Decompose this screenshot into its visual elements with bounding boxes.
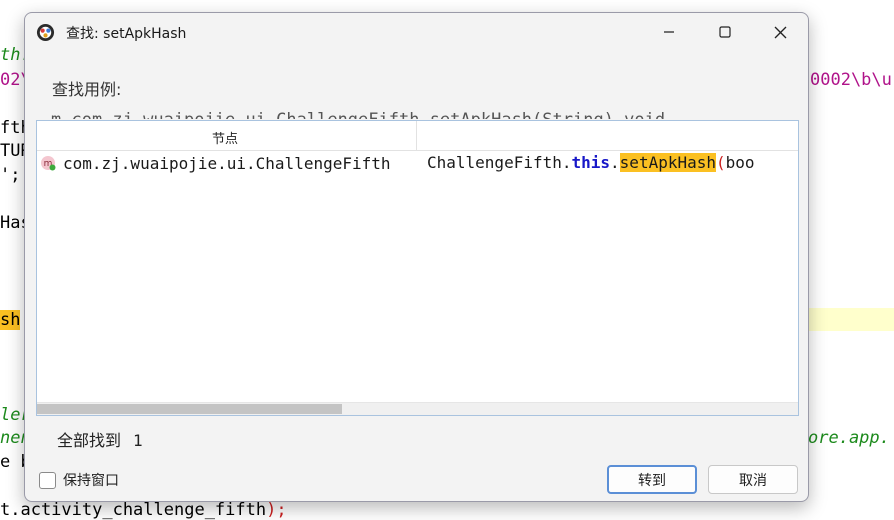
result-code: ChallengeFifth.this.setApkHash(boo bbox=[427, 153, 755, 172]
goto-button[interactable]: 转到 bbox=[607, 465, 697, 494]
keep-window-label: 保持窗口 bbox=[63, 473, 119, 489]
keep-window-checkbox[interactable]: 保持窗口 bbox=[39, 470, 119, 490]
results-table: 节点 m com.zj.wuaipojie.ui.ChallengeFifth … bbox=[36, 120, 799, 416]
cancel-button[interactable]: 取消 bbox=[708, 465, 798, 494]
find-usages-label: 查找用例: bbox=[52, 80, 122, 99]
maximize-icon bbox=[719, 26, 731, 38]
code-fragment: ore.app. bbox=[808, 428, 890, 448]
current-line-highlight bbox=[806, 308, 894, 331]
title-bar: 查找: setApkHash bbox=[25, 13, 808, 51]
dialog-title: 查找: setApkHash bbox=[66, 26, 187, 42]
close-icon bbox=[774, 26, 786, 38]
horizontal-scrollbar[interactable] bbox=[37, 402, 798, 415]
minimize-icon bbox=[664, 31, 674, 33]
find-usages-dialog: 查找: setApkHash 查找用例: m com.zj.wuaipojie.… bbox=[24, 12, 809, 502]
table-row[interactable]: m com.zj.wuaipojie.ui.ChallengeFifth Cha… bbox=[37, 151, 798, 177]
method-icon: m bbox=[41, 156, 56, 171]
code-fragment: t.activity_challenge_fifth); bbox=[0, 500, 287, 520]
maximize-button[interactable] bbox=[705, 19, 745, 45]
minimize-button[interactable] bbox=[649, 19, 689, 45]
code-fragment: '; bbox=[0, 165, 21, 185]
found-count-label: 全部找到 1 bbox=[57, 431, 143, 450]
result-node: com.zj.wuaipojie.ui.ChallengeFifth bbox=[63, 154, 391, 173]
checkbox-box[interactable] bbox=[39, 471, 56, 489]
code-fragment: 0002\b\u bbox=[810, 70, 892, 90]
close-button[interactable] bbox=[760, 19, 800, 45]
column-header-code[interactable] bbox=[417, 121, 798, 151]
scrollbar-thumb[interactable] bbox=[37, 404, 342, 414]
search-target-text: m com.zj.wuaipojie.ui.ChallengeFifth.set… bbox=[51, 105, 751, 119]
jadx-app-icon bbox=[36, 23, 55, 42]
column-header-node[interactable]: 节点 bbox=[37, 121, 417, 151]
